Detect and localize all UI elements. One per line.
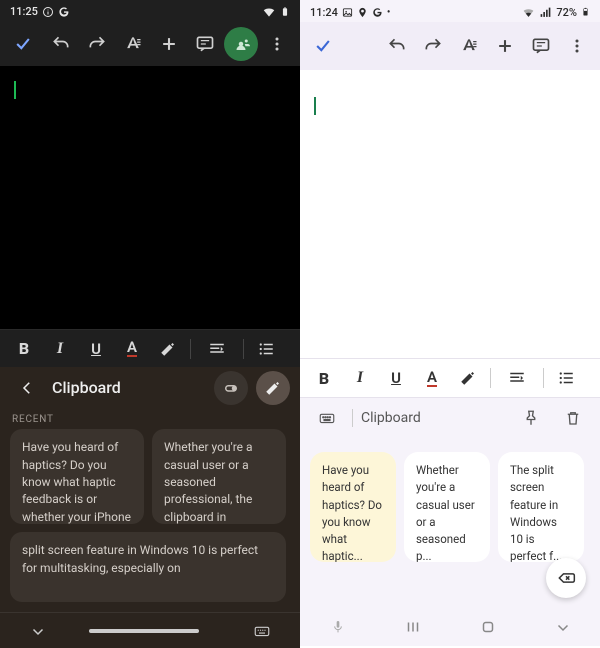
keyboard-icon[interactable] — [310, 401, 344, 435]
undo-button[interactable] — [44, 27, 78, 61]
align-button[interactable] — [497, 362, 537, 394]
add-button[interactable] — [488, 29, 522, 63]
image-icon — [342, 7, 353, 18]
clipboard-edit-button[interactable] — [256, 371, 290, 405]
google-icon — [58, 6, 70, 18]
back-button[interactable] — [538, 612, 588, 642]
document-editor[interactable] — [0, 66, 300, 329]
gesture-handle[interactable] — [89, 629, 199, 633]
highlight-button[interactable] — [152, 333, 184, 365]
share-avatar-button[interactable] — [224, 27, 258, 61]
bold-button[interactable]: B — [8, 333, 40, 365]
format-bar: B I U A — [0, 329, 300, 367]
highlight-button[interactable] — [452, 362, 484, 394]
format-bar: B I U A — [300, 358, 600, 398]
home-button[interactable] — [463, 612, 513, 642]
comment-button[interactable] — [188, 27, 222, 61]
app-toolbar — [300, 22, 600, 70]
align-button[interactable] — [197, 333, 237, 365]
more-button[interactable] — [560, 29, 594, 63]
clipboard-title: Clipboard — [52, 378, 121, 397]
dot-icon: • — [387, 7, 391, 18]
clipboard-items: Have you heard of haptics? Do you know w… — [0, 429, 300, 612]
battery-percent: 72% — [556, 6, 577, 19]
mic-button[interactable] — [313, 612, 363, 642]
nav-bar — [300, 608, 600, 646]
status-bar: 11:24 • 72% — [300, 0, 600, 22]
clipboard-card[interactable]: split screen feature in Windows 10 is pe… — [10, 532, 286, 602]
clipboard-title: Clipboard — [361, 410, 421, 426]
location-icon — [357, 7, 368, 18]
separator — [190, 339, 191, 359]
status-time: 11:24 — [310, 6, 338, 19]
text-cursor — [314, 97, 316, 115]
signal-icon — [539, 6, 552, 19]
italic-button[interactable]: I — [344, 362, 376, 394]
clipboard-card[interactable]: Have you heard of haptics? Do you know w… — [310, 452, 396, 562]
list-button[interactable] — [550, 362, 582, 394]
done-check-button[interactable] — [6, 27, 40, 61]
nav-bar — [0, 612, 300, 648]
keyboard-switch-button[interactable] — [237, 616, 287, 646]
phone-pixel: 11:25 B I U A Clipboard — [0, 0, 300, 648]
clipboard-card[interactable]: Have you heard of haptics? Do you know w… — [10, 429, 144, 524]
wifi-icon — [262, 5, 276, 19]
undo-button[interactable] — [380, 29, 414, 63]
backspace-fab[interactable] — [546, 558, 586, 598]
clipboard-card[interactable]: Whether you're a casual user or a season… — [152, 429, 286, 524]
text-format-button[interactable] — [452, 29, 486, 63]
clipboard-card[interactable]: The split screen feature in Windows 10 i… — [498, 452, 584, 562]
done-check-button[interactable] — [306, 29, 340, 63]
more-button[interactable] — [260, 27, 294, 61]
text-format-button[interactable] — [116, 27, 150, 61]
text-color-button[interactable]: A — [116, 333, 148, 365]
add-button[interactable] — [152, 27, 186, 61]
redo-button[interactable] — [80, 27, 114, 61]
phone-samsung: 11:24 • 72% B I U A — [300, 0, 600, 648]
status-time: 11:25 — [10, 5, 38, 18]
redo-button[interactable] — [416, 29, 450, 63]
battery-icon — [581, 5, 590, 19]
bold-button[interactable]: B — [308, 362, 340, 394]
separator — [543, 368, 544, 388]
underline-button[interactable]: U — [80, 333, 112, 365]
clipboard-header: Clipboard — [0, 367, 300, 408]
wifi-fade-icon — [522, 6, 535, 19]
clipboard-header: Clipboard — [300, 398, 600, 438]
clipboard-card[interactable]: Whether you're a casual user or a season… — [404, 452, 490, 562]
recents-button[interactable] — [388, 612, 438, 642]
underline-button[interactable]: U — [380, 362, 412, 394]
info-icon — [42, 6, 54, 18]
back-icon[interactable] — [10, 371, 44, 405]
document-editor[interactable] — [300, 70, 600, 358]
app-toolbar — [0, 21, 300, 66]
separator — [243, 339, 244, 359]
battery-icon — [280, 5, 290, 19]
separator — [352, 409, 353, 427]
pin-button[interactable] — [514, 401, 548, 435]
clipboard-toggle-button[interactable] — [214, 371, 248, 405]
recent-label: RECENT — [0, 408, 300, 429]
text-color-button[interactable]: A — [416, 362, 448, 394]
text-cursor — [14, 81, 16, 99]
status-bar: 11:25 — [0, 0, 300, 21]
collapse-keyboard-button[interactable] — [13, 616, 63, 646]
comment-button[interactable] — [524, 29, 558, 63]
italic-button[interactable]: I — [44, 333, 76, 365]
google-icon — [372, 7, 383, 18]
separator — [490, 368, 491, 388]
delete-button[interactable] — [556, 401, 590, 435]
list-button[interactable] — [250, 333, 282, 365]
